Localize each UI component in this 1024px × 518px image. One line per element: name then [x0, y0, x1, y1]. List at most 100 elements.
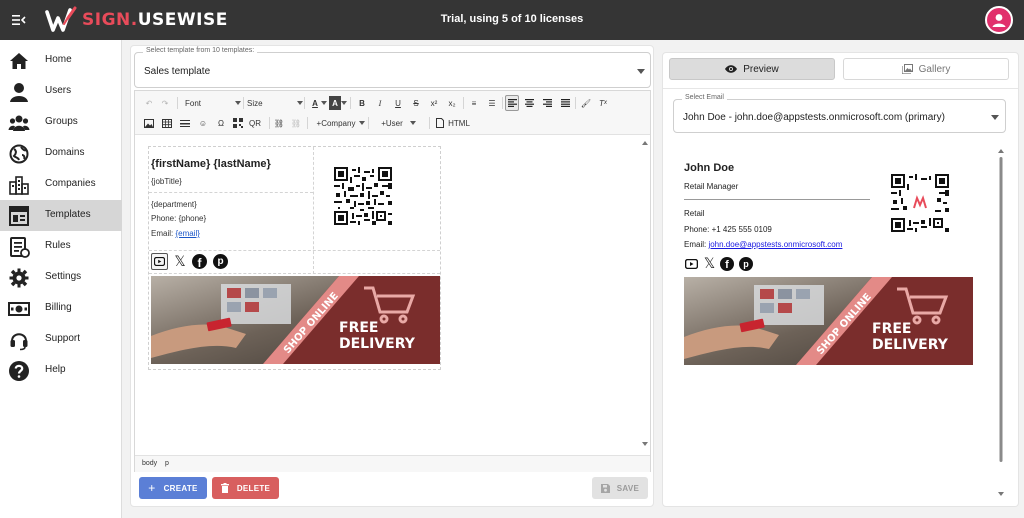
signature-phone-line: Phone: {phone} [151, 214, 206, 223]
editor-statusbar: body p [135, 455, 650, 472]
special-char-icon[interactable]: Ω [215, 116, 227, 130]
x-twitter-icon[interactable]: 𝕏 [172, 254, 188, 270]
brand-logo-icon [45, 6, 77, 32]
cell-divider [149, 273, 440, 274]
size-select[interactable]: Size [247, 96, 303, 110]
chevron-down-icon [991, 115, 999, 120]
text-color-icon[interactable]: A [309, 96, 327, 110]
delete-button[interactable]: DELETE [212, 477, 279, 499]
cell-divider [149, 250, 440, 251]
redo-icon[interactable]: ↷ [159, 96, 171, 110]
sidebar-item-label: Support [45, 333, 81, 344]
sidebar-item-templates[interactable]: Templates [0, 200, 122, 231]
italic-icon[interactable]: I [374, 96, 386, 110]
sidebar-item-label: Domains [45, 147, 85, 158]
table-icon[interactable] [161, 116, 173, 130]
signature-department-placeholder: {department} [151, 200, 197, 209]
preview-qr-code-image [891, 174, 949, 232]
align-justify-icon[interactable] [559, 96, 571, 110]
numbered-list-icon[interactable]: ≡ [468, 96, 480, 110]
superscript-icon[interactable]: x² [428, 96, 440, 110]
chevron-down-icon [637, 69, 645, 74]
preview-signature-job-title: Retail Manager [684, 182, 739, 191]
align-right-icon[interactable] [541, 96, 553, 110]
strikethrough-icon[interactable]: S [410, 96, 422, 110]
insert-company-field-select[interactable]: +Company [313, 116, 365, 130]
bullet-list-icon[interactable]: ☰ [486, 96, 498, 110]
bold-icon[interactable]: B [356, 96, 368, 110]
tabs-divider [663, 88, 1018, 89]
qr-code-icon[interactable] [232, 116, 244, 130]
preview-signature-name: John Doe [684, 162, 735, 174]
sidebar-item-home[interactable]: Home [0, 45, 122, 76]
top-bar: SIGN.USEWISE Trial, using 5 of 10 licens… [0, 0, 1024, 40]
emoji-icon[interactable]: ☺ [197, 116, 209, 130]
create-button[interactable]: + CREATE [139, 477, 207, 499]
youtube-icon[interactable] [151, 253, 168, 270]
unlink-icon[interactable]: ⛓ [290, 116, 302, 130]
link-icon[interactable]: ⛓ [273, 116, 285, 130]
highlight-color-icon[interactable]: A [329, 96, 347, 110]
html-source-button[interactable]: HTML [447, 116, 471, 130]
element-path-p[interactable]: p [165, 460, 169, 467]
undo-icon[interactable]: ↶ [143, 96, 155, 110]
home-icon [10, 53, 28, 69]
align-left-icon[interactable] [505, 95, 519, 111]
preview-x-twitter-icon[interactable]: 𝕏 [702, 256, 717, 272]
gear-icon [9, 268, 29, 288]
signature-email-placeholder[interactable]: {email} [175, 229, 199, 238]
email-select[interactable]: Select Email John Doe - john.doe@appstes… [673, 94, 1006, 133]
brand[interactable]: SIGN.USEWISE [44, 4, 228, 36]
sidebar-item-label: Rules [45, 240, 71, 251]
font-select[interactable]: Font [185, 96, 241, 110]
rules-icon [10, 237, 30, 258]
user-avatar[interactable] [985, 6, 1013, 34]
preview-facebook-icon[interactable]: f [720, 257, 734, 271]
editor-scrollbar[interactable] [642, 140, 648, 447]
facebook-icon[interactable]: f [192, 254, 207, 269]
preview-banner-line1: FREE [872, 321, 911, 337]
save-icon [600, 483, 610, 493]
template-select[interactable]: Select template from 10 templates: Sales… [134, 47, 651, 88]
preview-signature-email-link[interactable]: john.doe@appstests.onmicrosoft.com [708, 240, 842, 249]
subscript-icon[interactable]: x₂ [446, 96, 458, 110]
editor-content[interactable]: {firstName} {lastName} {jobTitle} {depar… [135, 136, 650, 453]
sidebar-item-settings[interactable]: Settings [0, 262, 122, 293]
preview-pinterest-icon[interactable]: p [739, 257, 753, 271]
element-path-body[interactable]: body [142, 460, 157, 467]
align-center-icon[interactable] [523, 96, 535, 110]
delete-button-label: DELETE [236, 483, 271, 493]
insert-user-field-select[interactable]: +User [374, 116, 416, 130]
sidebar-item-support[interactable]: Support [0, 324, 122, 355]
sidebar-item-rules[interactable]: Rules [0, 231, 122, 262]
globe-icon [9, 144, 29, 164]
pinterest-icon[interactable]: p [213, 254, 228, 269]
signature-table: {firstName} {lastName} {jobTitle} {depar… [148, 146, 441, 370]
underline-icon[interactable]: U [392, 96, 404, 110]
email-select-legend: Select Email [682, 94, 727, 101]
banner-line1: FREE [339, 320, 378, 336]
image-icon[interactable] [143, 116, 155, 130]
buildings-icon [9, 176, 29, 195]
horizontal-line-icon[interactable] [179, 116, 191, 130]
preview-youtube-icon[interactable] [684, 257, 698, 271]
sidebar-item-companies[interactable]: Companies [0, 169, 122, 200]
format-painter-icon[interactable]: 🖌 [580, 96, 592, 110]
preview-scrollbar[interactable] [998, 148, 1004, 503]
plus-icon: + [148, 481, 156, 495]
account-icon [992, 14, 1006, 27]
clear-format-icon[interactable]: Tx [597, 96, 609, 110]
sidebar-item-billing[interactable]: Billing [0, 293, 122, 324]
save-button[interactable]: SAVE [592, 477, 648, 499]
tab-gallery[interactable]: Gallery [843, 58, 1009, 80]
sidebar-item-domains[interactable]: Domains [0, 138, 122, 169]
sidebar-item-help[interactable]: Help [0, 355, 122, 386]
tab-preview[interactable]: Preview [669, 58, 835, 80]
qr-button[interactable]: QR [247, 116, 263, 130]
preview-signature-email-label: Email: [684, 240, 709, 249]
sidebar-item-groups[interactable]: Groups [0, 107, 122, 138]
template-select-legend: Select template from 10 templates: [143, 47, 258, 54]
font-select-label: Font [185, 98, 202, 108]
sidebar-item-users[interactable]: Users [0, 76, 122, 107]
collapse-menu-icon[interactable] [11, 12, 27, 28]
